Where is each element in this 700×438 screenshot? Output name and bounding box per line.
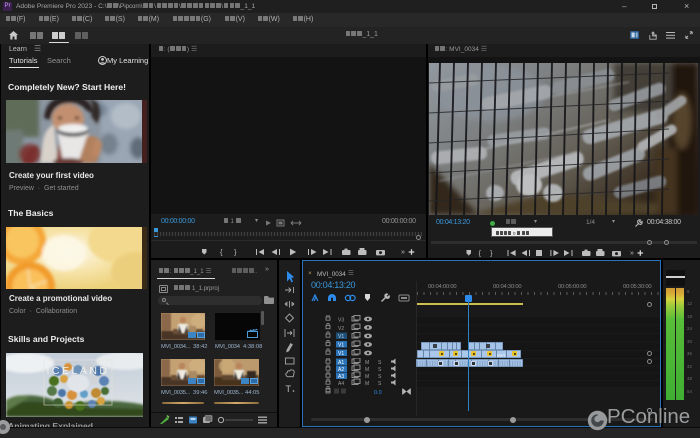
svg-text:S: S: [378, 360, 382, 366]
svg-text:»: »: [630, 250, 634, 257]
svg-text:S: S: [378, 374, 382, 380]
svg-text:M: M: [365, 360, 369, 366]
svg-text:T: T: [286, 384, 292, 394]
svg-text:V2: V2: [338, 326, 344, 332]
svg-text:}: }: [490, 249, 493, 258]
svg-text:{: {: [479, 249, 482, 258]
svg-text:}: }: [234, 248, 237, 257]
svg-text:ICELAND: ICELAND: [46, 365, 109, 377]
svg-text:S: S: [378, 381, 382, 387]
svg-text:M: M: [365, 367, 369, 373]
svg-text:0.0: 0.0: [374, 390, 382, 396]
svg-text:V1: V1: [338, 351, 344, 357]
svg-text:S: S: [378, 367, 382, 373]
svg-text:V3: V3: [338, 318, 344, 324]
svg-text:M: M: [365, 374, 369, 380]
svg-text:»: »: [401, 249, 405, 256]
svg-text:A3: A3: [338, 374, 344, 380]
svg-text:V1: V1: [338, 343, 344, 349]
svg-text:V1: V1: [338, 334, 344, 340]
svg-text:A4: A4: [338, 381, 344, 387]
svg-text:{: {: [220, 248, 223, 257]
svg-text:M: M: [365, 381, 369, 387]
svg-text:A2: A2: [338, 367, 344, 373]
svg-text:A1: A1: [338, 360, 344, 366]
